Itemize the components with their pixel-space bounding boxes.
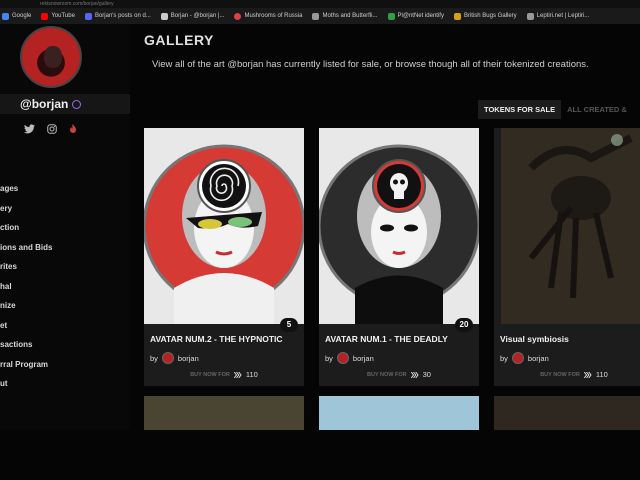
- page-icon: [526, 12, 534, 20]
- creator-name[interactable]: borjan: [353, 354, 374, 363]
- bookmarks-bar: Google YouTube Borjan's posts on d... Bo…: [0, 8, 640, 24]
- bookmark-label: Google: [12, 13, 32, 19]
- fire-icon[interactable]: [69, 124, 77, 134]
- creator-avatar[interactable]: [511, 352, 524, 364]
- mushroom-icon: [234, 12, 242, 20]
- buy-row[interactable]: BUY NOW FOR 110: [494, 370, 640, 379]
- bookmark-label: YouTube: [51, 13, 75, 19]
- page-title: GALLERY: [144, 32, 214, 48]
- buy-now-label: BUY NOW FOR: [367, 371, 407, 378]
- creator-row: by borjan: [150, 352, 199, 364]
- bookmark-leptiri[interactable]: Leptiri.net | Leptiri...: [526, 12, 590, 20]
- card-title[interactable]: Visual symbiosis: [500, 334, 569, 344]
- hbar-currency-icon: [233, 371, 242, 378]
- token-card[interactable]: Visual symbiosis by borjan BUY NOW FOR 1…: [494, 128, 640, 386]
- card-title[interactable]: AVATAR NUM.1 - THE DEADLY: [325, 334, 448, 344]
- price: 30: [422, 370, 431, 379]
- buy-row[interactable]: BUY NOW FOR 110: [144, 370, 304, 379]
- price: 110: [595, 370, 608, 379]
- nav-item-collection[interactable]: ction: [0, 218, 52, 238]
- bookmark-youtube[interactable]: YouTube: [41, 12, 75, 20]
- nav-item-referral-program[interactable]: rral Program: [0, 355, 52, 375]
- edition-count-badge: 20: [455, 318, 473, 332]
- tab-all-created[interactable]: ALL CREATED &: [561, 100, 633, 119]
- bookmark-label: Mushrooms of Russia: [244, 13, 303, 19]
- nav-item-logout[interactable]: ut: [0, 374, 52, 394]
- avatar-figure: [44, 46, 62, 68]
- bookmark-british-bugs[interactable]: British Bugs Gallery: [453, 12, 517, 20]
- by-label: by: [500, 353, 508, 363]
- bookmark-moths[interactable]: Moths and Butterfli...: [312, 12, 378, 20]
- bookmark-label: British Bugs Gallery: [463, 13, 517, 19]
- profile-handle-bar: @borjan: [0, 94, 130, 114]
- bug-icon: [453, 12, 461, 20]
- discord-icon: [84, 12, 92, 20]
- creator-row: by borjan: [325, 352, 374, 364]
- nav-item-hal[interactable]: hal: [0, 277, 52, 297]
- artwork-deadly[interactable]: [319, 128, 479, 324]
- page-icon: [160, 12, 168, 20]
- by-label: by: [325, 353, 333, 363]
- avatar[interactable]: [20, 26, 82, 88]
- social-links: [24, 124, 77, 134]
- nav-item-favorites[interactable]: rites: [0, 257, 52, 277]
- leaf-icon: [387, 12, 395, 20]
- address-bar[interactable]: rektsnowroom.com/borjan/gallery: [0, 0, 640, 8]
- youtube-icon: [41, 12, 49, 20]
- artwork-visual-symbiosis[interactable]: [494, 128, 640, 324]
- card-title[interactable]: AVATAR NUM.2 - THE HYPNOTIC: [150, 334, 283, 344]
- instagram-icon[interactable]: [47, 124, 57, 134]
- creator-avatar[interactable]: [336, 352, 349, 364]
- edition-count-badge: 5: [280, 318, 298, 332]
- sidebar-nav: ages ery ction ions and Bids rites hal n…: [0, 179, 52, 394]
- bookmark-label: Leptiri.net | Leptiri...: [536, 13, 590, 19]
- sidebar: @borjan ages ery ction ions and Bids rit…: [0, 24, 130, 480]
- google-icon: [2, 12, 9, 20]
- hbar-currency-icon: [583, 371, 592, 378]
- buy-now-label: BUY NOW FOR: [540, 371, 580, 378]
- bookmark-discord[interactable]: Borjan's posts on d...: [84, 12, 151, 20]
- nav-item-auctions-bids[interactable]: ions and Bids: [0, 238, 52, 258]
- price: 110: [245, 370, 258, 379]
- buy-now-label: BUY NOW FOR: [190, 371, 230, 378]
- bookmark-label: Borjan's posts on d...: [94, 13, 151, 19]
- artwork-hypnotic[interactable]: [144, 128, 304, 324]
- twitter-icon[interactable]: [24, 124, 35, 134]
- nav-item-gallery[interactable]: ery: [0, 199, 52, 219]
- bookmark-google[interactable]: Google: [2, 12, 32, 20]
- gallery-tabs: TOKENS FOR SALE ALL CREATED &: [478, 100, 633, 119]
- profile-handle: @borjan: [20, 97, 69, 111]
- buy-row[interactable]: BUY NOW FOR 30: [319, 370, 479, 379]
- creator-name[interactable]: borjan: [178, 354, 199, 363]
- nav-item-pages[interactable]: ages: [0, 179, 52, 199]
- by-label: by: [150, 353, 158, 363]
- nav-item-transactions[interactable]: sactions: [0, 335, 52, 355]
- nav-item-wallet[interactable]: et: [0, 316, 52, 336]
- bookmark-label: Moths and Butterfli...: [322, 13, 378, 19]
- bookmark-label: Pl@ntNet identify: [397, 13, 444, 19]
- bookmark-borjan[interactable]: Borjan - @borjan |...: [160, 12, 225, 20]
- nav-item-tokenize[interactable]: nize: [0, 296, 52, 316]
- page-description: View all of the art @borjan has currentl…: [152, 59, 589, 70]
- bookmark-plantnet[interactable]: Pl@ntNet identify: [387, 12, 444, 20]
- creator-avatar[interactable]: [161, 352, 174, 364]
- creator-name[interactable]: borjan: [528, 354, 549, 363]
- creator-row: by borjan: [500, 352, 549, 364]
- verified-badge-icon: [72, 99, 82, 109]
- tab-tokens-for-sale[interactable]: TOKENS FOR SALE: [478, 100, 562, 119]
- page-icon: [312, 12, 320, 20]
- bookmark-mushrooms[interactable]: Mushrooms of Russia: [234, 12, 303, 20]
- bookmark-label: Borjan - @borjan |...: [170, 13, 225, 19]
- hbar-currency-icon: [410, 371, 419, 378]
- token-card[interactable]: 20 AVATAR NUM.1 - THE DEADLY by borjan B…: [319, 128, 479, 386]
- main-content: GALLERY View all of the art @borjan has …: [130, 24, 640, 480]
- token-card[interactable]: 5 AVATAR NUM.2 - THE HYPNOTIC by borjan …: [144, 128, 304, 386]
- monitor-bezel: [0, 430, 640, 480]
